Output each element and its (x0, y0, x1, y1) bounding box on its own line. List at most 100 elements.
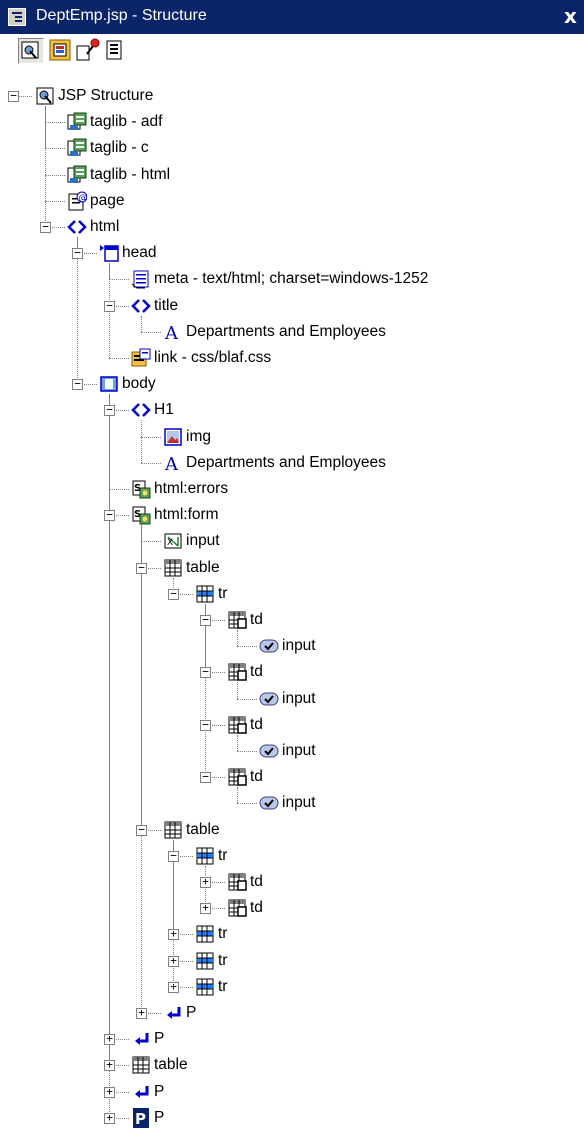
collapse-toggle[interactable]: − (200, 614, 211, 626)
source-button[interactable] (102, 38, 128, 64)
jsp-structure-icon (21, 41, 39, 59)
expand-toggle[interactable]: + (104, 1086, 115, 1098)
tree-node-label: tr (218, 584, 228, 602)
tree-node-input[interactable]: input (259, 687, 580, 711)
tree-node-td[interactable]: td (227, 870, 580, 894)
paragraph-icon (131, 1029, 151, 1049)
tree-connector (237, 751, 257, 752)
tree-node-body[interactable]: body (99, 372, 580, 396)
tree-node-title[interactable]: title (131, 294, 580, 318)
expand-toggle[interactable]: + (104, 1033, 115, 1046)
collapse-toggle[interactable]: − (8, 90, 19, 102)
collapse-toggle[interactable]: − (200, 666, 211, 679)
tree-node-label: tr (218, 977, 228, 995)
collapse-toggle[interactable]: − (168, 850, 179, 862)
expand-toggle[interactable]: + (104, 1112, 115, 1124)
table-cell-icon (227, 715, 247, 735)
expand-toggle[interactable]: + (168, 928, 179, 941)
tree-node-table[interactable]: table (163, 556, 580, 580)
tree-connector (109, 358, 129, 359)
tree-node-td[interactable]: td (227, 660, 580, 684)
tree-node-td[interactable]: td (227, 713, 580, 737)
table-cell-icon (227, 610, 247, 630)
tree-node-tr[interactable]: tr (195, 582, 580, 606)
tree-connector (45, 106, 46, 227)
tree-node-p[interactable]: P (131, 1027, 580, 1051)
tree-node-p[interactable]: P (163, 1001, 580, 1025)
properties-button[interactable] (48, 38, 74, 64)
collapse-toggle[interactable]: − (136, 824, 147, 836)
expand-toggle[interactable]: + (200, 902, 211, 915)
tree-node-input[interactable]: Xinput (163, 529, 580, 553)
properties-icon (49, 39, 71, 61)
tree-node-label: td (250, 611, 263, 628)
collapse-toggle[interactable]: − (72, 378, 83, 391)
tree-node-html-form[interactable]: Shtml:form (131, 503, 580, 527)
tree-node-h1[interactable]: H1 (131, 398, 580, 422)
collapse-toggle[interactable]: − (72, 247, 83, 260)
tree-node-table[interactable]: table (131, 1053, 580, 1077)
tree-node-departments-and-employees[interactable]: A Departments and Employees (163, 451, 580, 475)
tree-node-head[interactable]: head (99, 241, 580, 265)
collapse-toggle[interactable]: − (136, 562, 147, 574)
tree-node-td[interactable]: td (227, 765, 580, 789)
tree-node-taglib-adf[interactable]: taglib - adf (67, 110, 580, 134)
tree-node-html-errors[interactable]: Shtml:errors (131, 477, 580, 501)
tree-node-tr[interactable]: tr (195, 949, 580, 973)
expand-toggle[interactable]: + (136, 1007, 147, 1019)
tree-node-label: input (282, 689, 316, 707)
svg-text:A: A (164, 454, 179, 473)
collapse-toggle[interactable]: − (40, 221, 51, 233)
tree-node-departments-and-employees[interactable]: A Departments and Employees (163, 320, 580, 344)
tree-node-label: H1 (154, 401, 174, 419)
collapse-toggle[interactable]: − (200, 771, 211, 784)
tree-connector (141, 331, 161, 333)
expand-toggle[interactable]: + (168, 955, 179, 967)
page-directive-icon: @ (67, 191, 88, 211)
tree-connector (237, 646, 257, 648)
tag-brackets-icon (67, 217, 87, 237)
input-tag-icon: X (163, 531, 183, 551)
collapse-toggle[interactable]: − (104, 300, 115, 312)
tree-node-p[interactable]: PP (131, 1106, 580, 1130)
tree-connector (141, 315, 142, 332)
table-cell-icon (227, 872, 247, 892)
collapse-toggle[interactable]: − (104, 509, 115, 522)
tree-node-input[interactable]: input (259, 634, 580, 658)
structure-view-button[interactable] (18, 38, 44, 64)
struts-tag-icon: S (131, 479, 151, 499)
flag-button[interactable] (74, 38, 100, 64)
tree-node-input[interactable]: input (259, 739, 580, 763)
tag-brackets-icon (131, 296, 151, 316)
expand-toggle[interactable]: + (104, 1059, 115, 1072)
expand-toggle[interactable]: + (168, 981, 179, 993)
tree-node-taglib-html[interactable]: taglib - html (67, 163, 580, 187)
tree-node-p[interactable]: P (131, 1080, 580, 1104)
tree-node-img[interactable]: img (163, 425, 580, 449)
tree-node-table[interactable]: table (163, 818, 580, 842)
tree-node-tr[interactable]: tr (195, 922, 580, 946)
tree-node-jsp-structure[interactable]: JSP Structure (35, 84, 580, 108)
tree-node-td[interactable]: td (227, 608, 580, 632)
tree-node-meta-text-html-charset-windows-1252[interactable]: meta - text/html; charset=windows-1252 (131, 267, 580, 291)
tree-node-html[interactable]: html (67, 215, 580, 239)
collapse-toggle[interactable]: − (168, 588, 179, 600)
tree-node-input[interactable]: input (259, 791, 580, 815)
tree-node-td[interactable]: td (227, 896, 580, 920)
tree-node-label: body (122, 375, 156, 393)
tree-node-tr[interactable]: tr (195, 844, 580, 868)
tree-node-label: taglib - adf (90, 113, 163, 131)
tree-node-label: taglib - c (90, 139, 149, 157)
tree-node-tr[interactable]: tr (195, 975, 580, 999)
collapse-toggle[interactable]: − (200, 719, 211, 731)
paragraph-icon (163, 1003, 183, 1023)
collapse-toggle[interactable]: − (104, 404, 115, 417)
tree-connector (109, 394, 110, 1118)
expand-toggle[interactable]: + (200, 876, 211, 888)
tree-node-taglib-c[interactable]: taglib - c (67, 136, 580, 160)
close-button[interactable]: x (564, 5, 584, 27)
tree-node-page[interactable]: @ page (67, 189, 580, 213)
tree-node-label: table (186, 558, 220, 576)
tree-node-link-css-blaf-css[interactable]: link - css/blaf.css (131, 346, 580, 370)
tree-connector (141, 541, 161, 543)
